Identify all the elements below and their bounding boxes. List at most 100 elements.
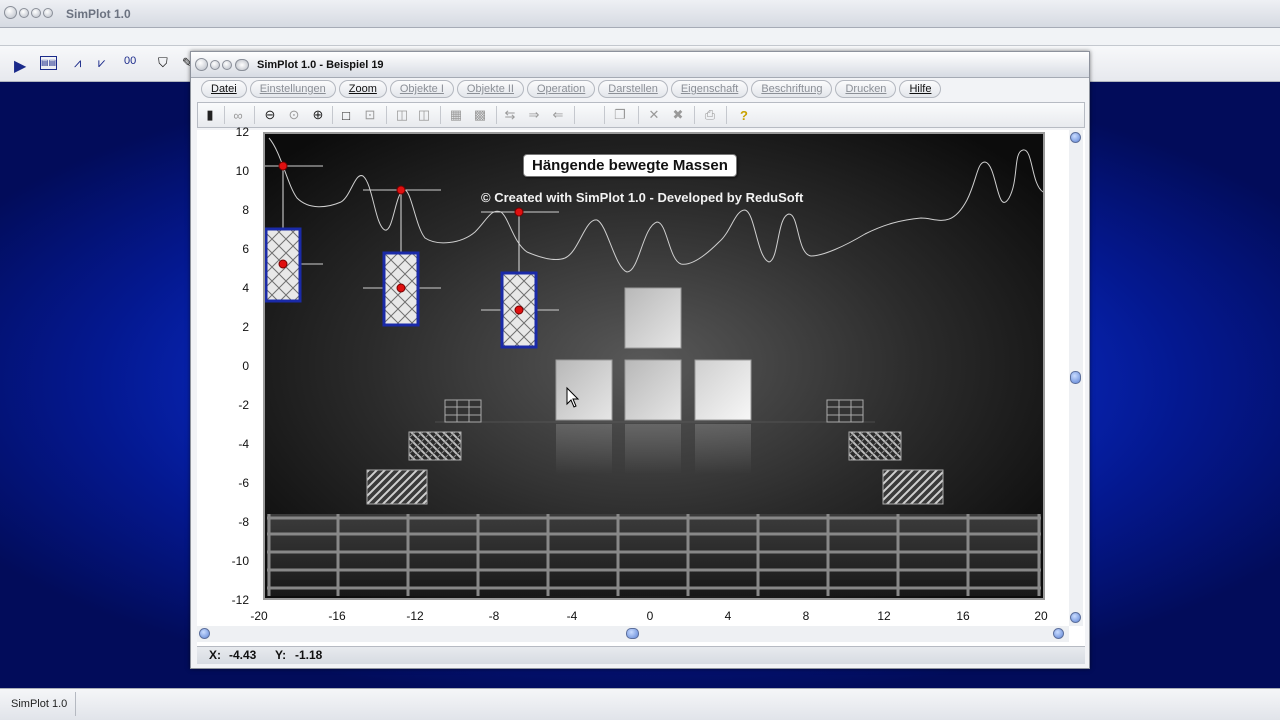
status-y-value: -1.18: [295, 648, 323, 662]
maximize-icon[interactable]: [222, 60, 232, 70]
y-tick-label: -12: [231, 593, 249, 607]
x-tick-label: 16: [956, 609, 970, 623]
taskbar: SimPlot 1.0: [0, 688, 1280, 720]
outer-title-bar: SimPlot 1.0: [0, 0, 1280, 28]
mass-center-point[interactable]: [278, 259, 288, 269]
window-title-bar[interactable]: SimPlot 1.0 - Beispiel 19: [191, 52, 1089, 78]
y-tick-label: -10: [231, 554, 249, 568]
outer-menu-band: [0, 28, 1280, 46]
minimize-window-icon[interactable]: [19, 8, 29, 18]
copy-icon[interactable]: ❐: [612, 107, 628, 123]
y-tick-label: 2: [242, 320, 249, 334]
table-view-icon[interactable]: ▤▤: [40, 56, 57, 70]
cube-block[interactable]: [624, 287, 682, 349]
taskbar-item-simplot[interactable]: SimPlot 1.0: [4, 692, 76, 716]
window-controls: [195, 58, 232, 71]
frame-icon[interactable]: ◫: [394, 107, 410, 123]
menu-drucken[interactable]: Drucken: [835, 80, 897, 98]
print-icon[interactable]: ⎙: [702, 107, 718, 123]
scroll-up-button[interactable]: [1070, 132, 1081, 143]
vertical-scroll-thumb[interactable]: [1070, 371, 1081, 384]
menu-zoom[interactable]: Zoom: [338, 80, 387, 98]
y-tick-label: 8: [242, 203, 249, 217]
grid-icon[interactable]: ▦: [448, 107, 464, 123]
scroll-left-button[interactable]: [199, 628, 210, 639]
transfer-icon[interactable]: ⇆: [502, 107, 518, 123]
help-icon[interactable]: ?: [736, 107, 752, 123]
filter-icon[interactable]: ⛉: [158, 55, 168, 71]
x-tick-label: -20: [250, 609, 268, 623]
zoom-reset-icon[interactable]: ⊙: [286, 107, 302, 123]
calculator-icon[interactable]: ▮: [202, 107, 218, 123]
zoom-in-icon[interactable]: ⊕: [310, 107, 326, 123]
y-tick-label: -4: [238, 437, 249, 451]
play-icon[interactable]: ▶: [14, 56, 26, 76]
scroll-down-button[interactable]: [1070, 612, 1081, 623]
status-y-label: Y:: [275, 648, 287, 662]
anchor-point[interactable]: [514, 207, 524, 217]
maximize-window-icon[interactable]: [31, 8, 41, 18]
select-rectangle-icon[interactable]: □: [338, 107, 354, 123]
horizontal-scrollbar[interactable]: [197, 626, 1069, 642]
simplot-window: SimPlot 1.0 - Beispiel 19 Datei Einstell…: [190, 51, 1090, 669]
plot-canvas[interactable]: Hängende bewegte Massen © Created with S…: [263, 132, 1045, 600]
x-tick-label: 0: [646, 609, 654, 623]
ladder-block[interactable]: [444, 399, 482, 423]
chart-points-icon[interactable]: ⩗: [98, 55, 105, 71]
cube-block[interactable]: [624, 359, 682, 421]
vertical-scrollbar[interactable]: [1069, 130, 1083, 626]
y-tick-label: -8: [238, 515, 249, 529]
hatched-block[interactable]: [882, 469, 944, 505]
ladder-block[interactable]: [826, 399, 864, 423]
menu-objekte-1[interactable]: Objekte I: [389, 80, 454, 98]
delete-all-icon[interactable]: ✖: [670, 107, 686, 123]
copyright-text: © Created with SimPlot 1.0 - Developed b…: [481, 190, 804, 205]
menu-darstellen[interactable]: Darstellen: [598, 80, 668, 98]
y-tick-label: -2: [238, 398, 249, 412]
x-tick-label: -16: [328, 609, 346, 623]
hatched-block[interactable]: [408, 431, 462, 461]
outer-window-title: SimPlot 1.0: [66, 7, 131, 21]
hatched-block[interactable]: [366, 469, 428, 505]
cube-block[interactable]: [555, 359, 613, 421]
x-tick-label: 4: [724, 609, 732, 623]
menu-hilfe[interactable]: Hilfe: [899, 80, 942, 98]
minimize-icon[interactable]: [210, 60, 220, 70]
hatched-block[interactable]: [848, 431, 902, 461]
floor-grid: [267, 514, 1041, 596]
multi-select-icon[interactable]: ⊡: [362, 107, 378, 123]
grid-edit-icon[interactable]: ▩: [472, 107, 488, 123]
arrow-right-icon[interactable]: ⇒: [526, 107, 542, 123]
window-menu-icon[interactable]: [235, 59, 249, 71]
close-window-icon[interactable]: [4, 6, 17, 19]
anchor-point[interactable]: [278, 161, 288, 171]
menu-bar: Datei Einstellungen Zoom Objekte I Objek…: [197, 80, 1085, 100]
y-tick-label: -6: [238, 476, 249, 490]
menu-eigenschaft[interactable]: Eigenschaft: [670, 80, 749, 98]
mass-center-point[interactable]: [514, 305, 524, 315]
menu-operation[interactable]: Operation: [526, 80, 596, 98]
y-tick-label: 10: [235, 164, 249, 178]
menu-window-icon[interactable]: [43, 8, 53, 18]
anchor-point[interactable]: [396, 185, 406, 195]
values-icon[interactable]: 00: [124, 55, 136, 67]
delete-icon[interactable]: ✕: [646, 107, 662, 123]
frame-copy-icon[interactable]: ◫: [416, 107, 432, 123]
menu-beschriftung[interactable]: Beschriftung: [751, 80, 833, 98]
menu-datei[interactable]: Datei: [201, 80, 247, 98]
scroll-right-button[interactable]: [1053, 628, 1064, 639]
zoom-out-icon[interactable]: ⊖: [262, 107, 278, 123]
menu-objekte-2[interactable]: Objekte II: [456, 80, 524, 98]
menu-einstellungen[interactable]: Einstellungen: [249, 80, 336, 98]
line-chart-icon[interactable]: ⩘: [74, 55, 81, 71]
mass-center-point[interactable]: [396, 283, 406, 293]
cube-block[interactable]: [694, 359, 752, 421]
close-icon[interactable]: [195, 58, 208, 71]
y-tick-label: 4: [242, 281, 249, 295]
y-tick-label: 12: [235, 125, 249, 139]
status-x-label: X:: [209, 648, 221, 662]
glasses-icon[interactable]: ∞: [230, 107, 246, 123]
arrow-left-icon[interactable]: ⇐: [550, 107, 566, 123]
horizontal-scroll-thumb[interactable]: [626, 628, 639, 639]
outer-window-controls: [4, 6, 53, 19]
